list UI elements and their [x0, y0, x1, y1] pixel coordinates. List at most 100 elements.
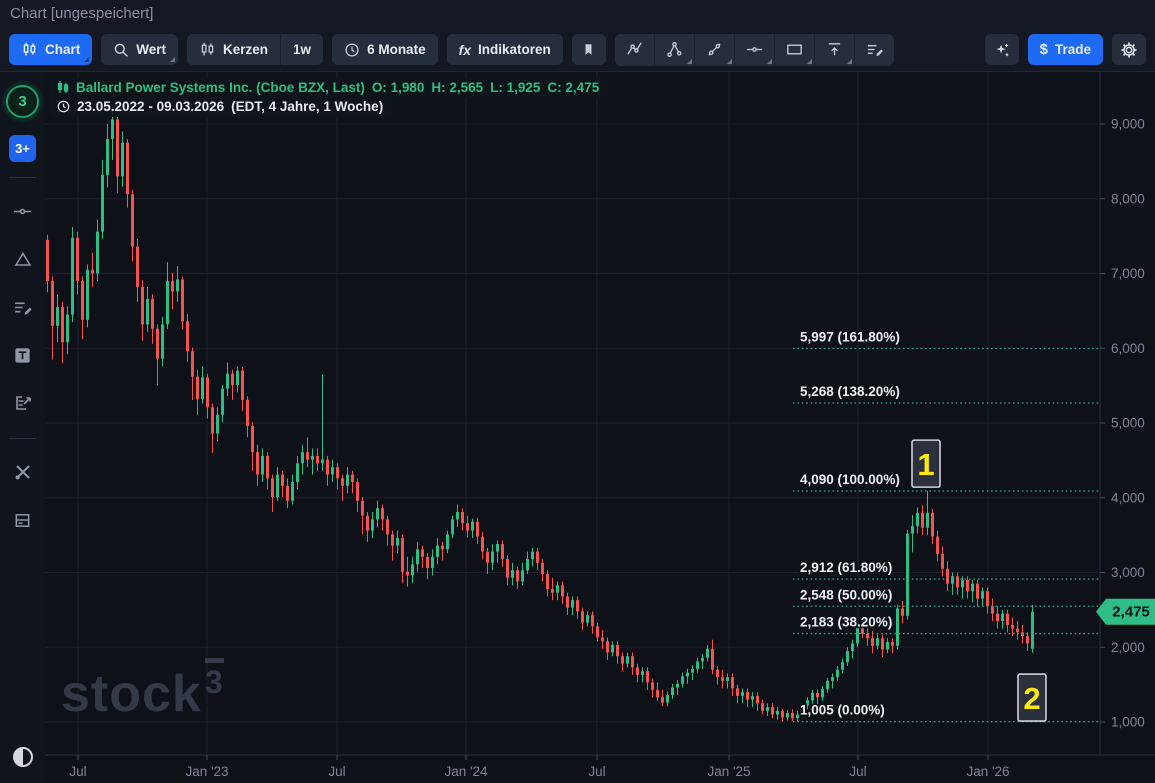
sidebar-indicator-edit-tool[interactable]	[12, 296, 34, 318]
instrument-search-label: Wert	[136, 42, 166, 57]
svg-text:1: 1	[917, 447, 934, 482]
time-range-label: 6 Monate	[367, 42, 426, 57]
legend-high: H: 2,565	[431, 80, 483, 95]
sidebar-triangle-pattern-tool[interactable]	[12, 248, 34, 270]
window-titlebar: Chart [ungespeichert]	[0, 0, 1155, 28]
chart-tab-label: Chart	[45, 42, 80, 57]
theme-toggle-icon[interactable]	[13, 747, 33, 767]
svg-text:Jul: Jul	[588, 764, 605, 779]
svg-text:4,000: 4,000	[1111, 490, 1145, 505]
legend-date-range: 23.05.2022 - 09.03.2026	[77, 99, 224, 114]
zigzag-points-icon	[625, 40, 644, 59]
divider	[9, 438, 36, 439]
chart-tab-button[interactable]: Chart	[9, 34, 92, 65]
toolbar-right-cluster: $ Trade	[985, 34, 1146, 65]
main-toolbar: Chart Wert Kerzen 1w	[0, 28, 1155, 72]
clock-icon	[344, 42, 360, 58]
svg-text:Jul: Jul	[69, 764, 86, 779]
svg-text:2: 2	[1023, 681, 1040, 716]
chart-type-interval-group: Kerzen 1w	[187, 34, 323, 65]
sliders-pencil-icon	[865, 40, 884, 59]
interval-button[interactable]: 1w	[281, 34, 323, 65]
candlestick-icon	[199, 41, 216, 58]
fx-icon: fx	[459, 42, 471, 58]
instrument-legend[interactable]: Ballard Power Systems Inc. (Cboe BZX, La…	[50, 78, 608, 98]
sidebar-annotation-tool[interactable]	[12, 392, 34, 414]
svg-text:Jan '25: Jan '25	[707, 764, 750, 779]
indicator-edit-tool-button[interactable]	[854, 34, 894, 66]
svg-text:3,000: 3,000	[1111, 565, 1145, 580]
svg-text:2,475: 2,475	[1112, 604, 1150, 621]
svg-text:Jan '23: Jan '23	[185, 764, 228, 779]
settings-button[interactable]	[1112, 34, 1146, 65]
left-sidebar: 3 3+	[0, 72, 45, 783]
svg-text:5,268 (138.20%): 5,268 (138.20%)	[800, 384, 900, 399]
svg-text:5,997 (161.80%): 5,997 (161.80%)	[800, 329, 900, 344]
svg-text:Jan '24: Jan '24	[444, 764, 488, 779]
price-chart-canvas[interactable]: 5,997 (161.80%) 5,268 (138.20%) 4,090 (100…	[45, 72, 1155, 783]
arrow-up-to-line-tool-button[interactable]	[814, 34, 854, 66]
sidebar-tools[interactable]	[12, 461, 34, 483]
indicators-button[interactable]: fx Indikatoren	[447, 34, 563, 65]
trade-label: Trade	[1055, 42, 1091, 57]
dollar-icon: $	[1040, 41, 1048, 58]
candlestick-icon	[57, 81, 69, 95]
svg-text:8,000: 8,000	[1111, 191, 1145, 206]
stock3-logo[interactable]: 3	[6, 85, 39, 118]
legend-close: C: 2,475	[547, 80, 599, 95]
instrument-search-button[interactable]: Wert	[101, 34, 178, 65]
svg-text:2,548 (50.00%): 2,548 (50.00%)	[800, 587, 892, 602]
angle-lines-icon	[665, 40, 684, 59]
pitchfork-tool-button[interactable]	[654, 34, 694, 66]
date-range-legend[interactable]: 23.05.2022 - 09.03.2026 (EDT, 4 Jahre, 1 …	[50, 97, 392, 117]
trendline-tool-button[interactable]	[694, 34, 734, 66]
svg-text:4,090 (100.00%): 4,090 (100.00%)	[800, 472, 900, 487]
rectangle-icon	[785, 40, 804, 59]
sidebar-horizontal-line-tool[interactable]	[12, 200, 34, 222]
svg-text:6,000: 6,000	[1111, 341, 1145, 356]
trade-button[interactable]: $ Trade	[1028, 34, 1103, 65]
svg-text:Jul: Jul	[849, 764, 866, 779]
chart-region: 5,997 (161.80%) 5,268 (138.20%) 4,090 (100…	[45, 72, 1155, 783]
legend-open: O: 1,980	[372, 80, 425, 95]
chart-type-button[interactable]: Kerzen	[187, 34, 280, 65]
interval-label: 1w	[293, 42, 311, 57]
candlestick-icon	[21, 41, 38, 58]
instrument-name: Ballard Power Systems Inc. (Cboe BZX, La…	[76, 80, 365, 95]
bookmark-button[interactable]	[572, 34, 606, 65]
legend-low: L: 1,925	[490, 80, 540, 95]
sidebar-layout-panels[interactable]	[12, 509, 34, 531]
indicators-label: Indikatoren	[478, 42, 551, 57]
chart-type-label: Kerzen	[223, 42, 268, 57]
legend-range-detail: (EDT, 4 Jahre, 1 Woche)	[231, 99, 383, 114]
sidebar-text-tool[interactable]	[12, 344, 34, 366]
clock-icon	[57, 100, 70, 113]
svg-text:7,000: 7,000	[1111, 266, 1145, 281]
svg-text:2,000: 2,000	[1111, 640, 1145, 655]
gear-icon	[1120, 41, 1138, 59]
trendline-icon	[705, 40, 724, 59]
stock3-chart-window: { "window": { "title": "Chart [ungespeic…	[0, 0, 1155, 783]
sparkles-icon	[993, 41, 1011, 59]
window-title: Chart [ungespeichert]	[10, 5, 153, 22]
curve-tool-button[interactable]	[615, 34, 654, 66]
svg-text:Jan '26: Jan '26	[966, 764, 1009, 779]
horizontal-line-tool-button[interactable]	[734, 34, 774, 66]
svg-text:9,000: 9,000	[1111, 117, 1145, 132]
stock3-plus-button[interactable]: 3+	[9, 135, 36, 162]
svg-text:1,000: 1,000	[1111, 715, 1145, 730]
horizontal-line-icon	[745, 40, 764, 59]
divider	[9, 177, 36, 178]
ai-assistant-button[interactable]	[985, 34, 1019, 65]
svg-text:Jul: Jul	[328, 764, 345, 779]
rectangle-tool-button[interactable]	[774, 34, 814, 66]
drawing-tools-group	[615, 34, 894, 66]
search-icon	[113, 42, 129, 58]
arrow-up-to-line-icon	[825, 40, 844, 59]
svg-text:2,183 (38.20%): 2,183 (38.20%)	[800, 615, 892, 630]
svg-text:1,005 (0.00%): 1,005 (0.00%)	[800, 703, 885, 718]
time-range-button[interactable]: 6 Monate	[332, 34, 438, 65]
bookmark-icon	[581, 42, 596, 57]
svg-text:2,912 (61.80%): 2,912 (61.80%)	[800, 560, 892, 575]
svg-text:5,000: 5,000	[1111, 416, 1145, 431]
